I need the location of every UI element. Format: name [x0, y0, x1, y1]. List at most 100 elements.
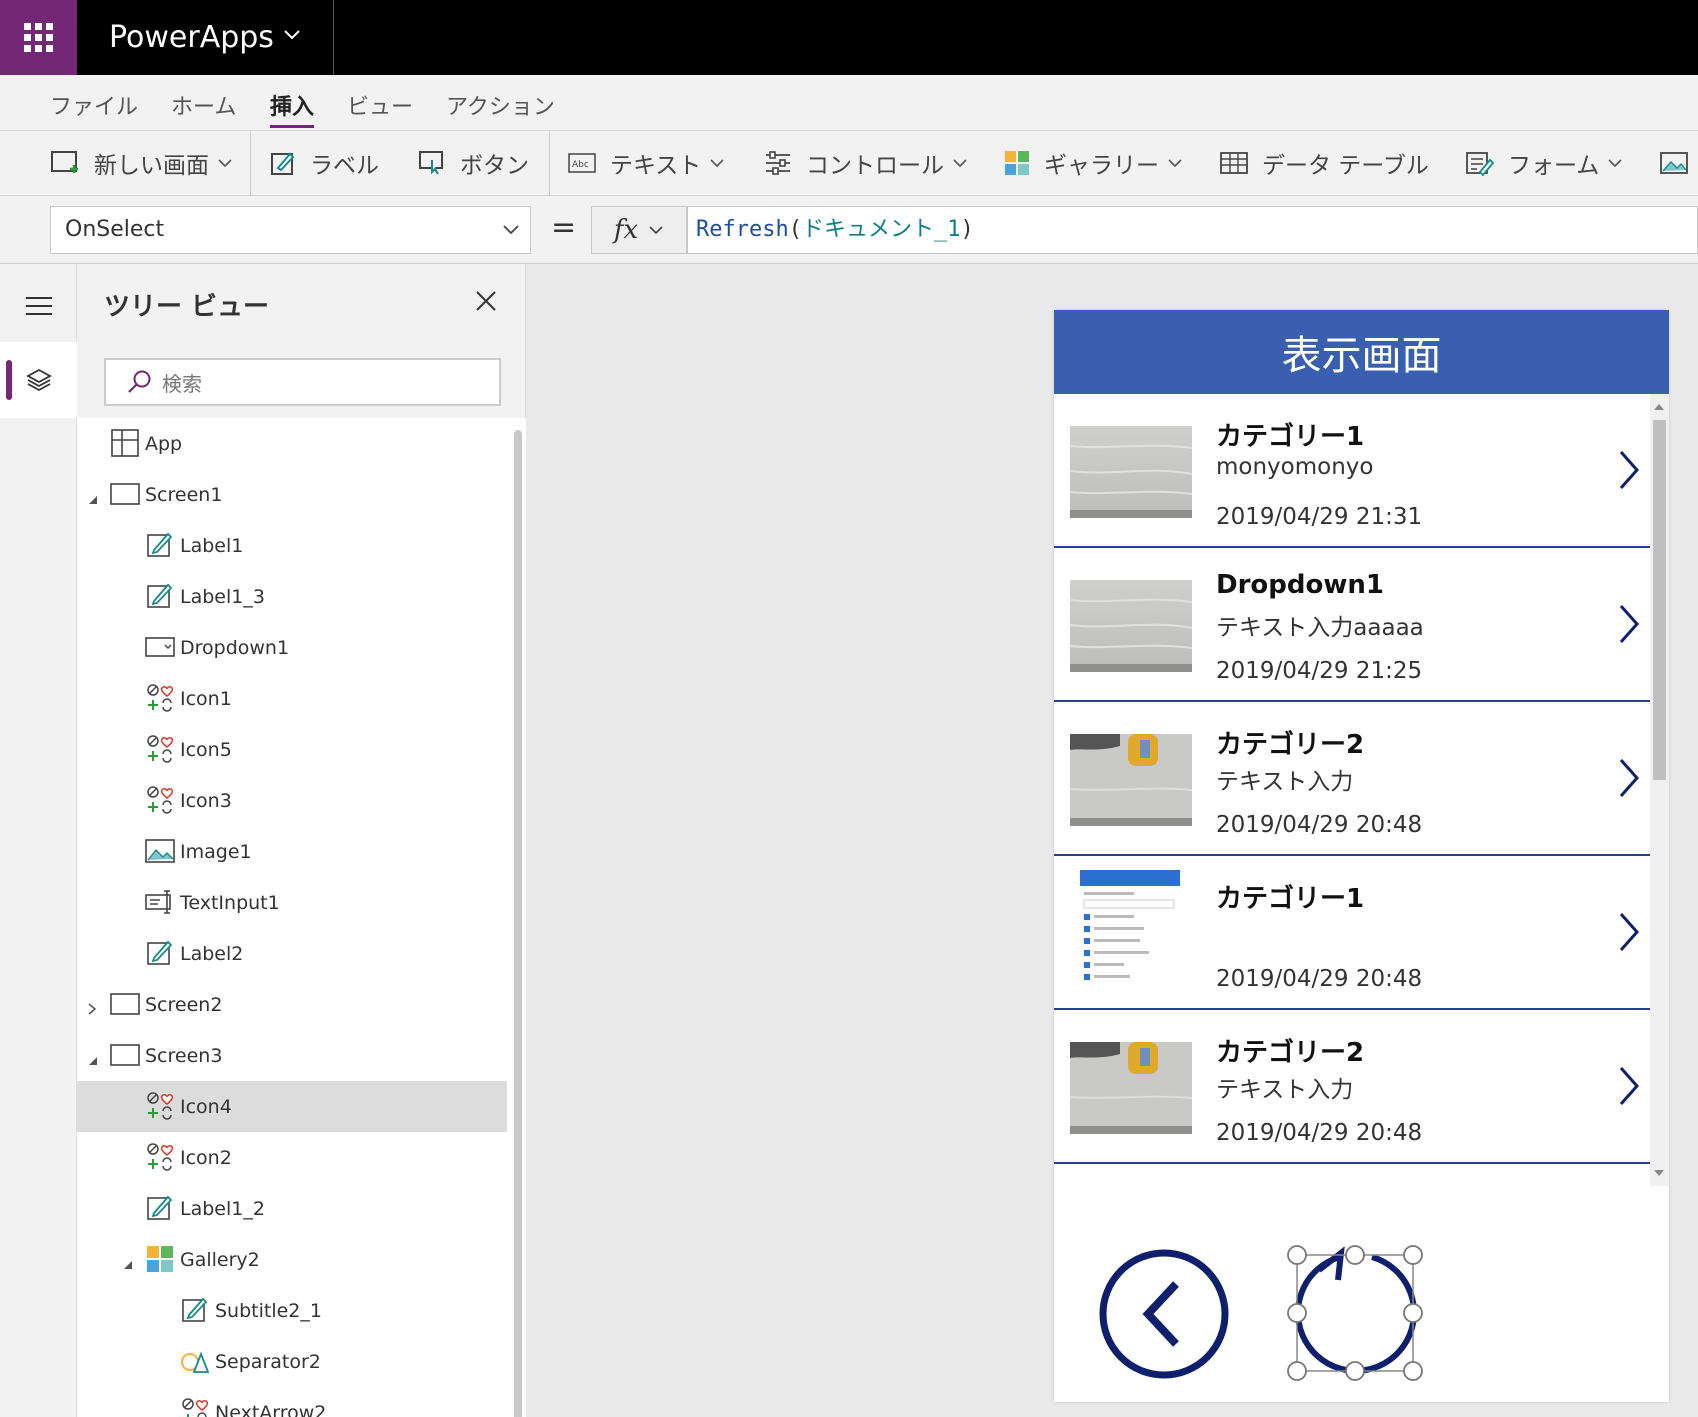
tree-item-label: Icon3 [180, 789, 232, 812]
chevron-down-icon [649, 226, 663, 235]
formula-close-paren: ) [960, 217, 974, 242]
next-arrow-icon[interactable] [1618, 758, 1640, 802]
tree-item-icon1[interactable]: Icon1 [77, 673, 507, 724]
menu-file[interactable]: ファイル [50, 89, 138, 125]
tree-item-label: Dropdown1 [180, 636, 290, 659]
insert-label-text: ラベル [310, 153, 379, 179]
gallery-icon [1005, 151, 1029, 175]
tree-item-screen1[interactable]: Screen1 [77, 469, 507, 520]
tree-search-input[interactable]: 検索 [104, 358, 501, 406]
gallery[interactable]: カテゴリー2 テキスト入力 2019/04/29 20:48 カテゴリー1 2019/0… [1054, 394, 1669, 1186]
screen-icon [110, 1040, 140, 1070]
text-icon: Abc [568, 153, 596, 173]
formula-bar: OnSelect = fx Refresh(ドキュメント_1) [0, 196, 1698, 264]
property-value: OnSelect [65, 217, 165, 242]
gallery-item[interactable]: カテゴリー1 monyomonyo 2019/04/29 21:31 [1054, 394, 1650, 548]
chevron-down-icon[interactable] [282, 28, 302, 42]
app-launcher-button[interactable] [0, 0, 77, 75]
menu-insert[interactable]: 挿入 [270, 89, 315, 128]
gallery-item[interactable]: カテゴリー2 テキスト入力 2019/04/29 20:48 [1054, 702, 1650, 856]
function-picker-button[interactable]: fx [591, 206, 687, 254]
tree-item-icon4[interactable]: Icon4 [77, 1081, 507, 1132]
menu-action[interactable]: アクション [446, 89, 555, 125]
insert-data-table-button[interactable]: データ テーブル [1220, 131, 1429, 195]
screen-header: 表示画面 [1054, 310, 1669, 394]
expand-caret-icon[interactable] [121, 1253, 133, 1269]
tree-item-label1_3[interactable]: Label1_3 [77, 571, 507, 622]
tree-item-label: Screen1 [145, 483, 223, 506]
gallery-thumbnail [1069, 426, 1193, 518]
tree-item-icon5[interactable]: Icon5 [77, 724, 507, 775]
insert-form-button[interactable]: フォーム [1466, 131, 1623, 195]
tree-item-app[interactable]: App [77, 418, 507, 469]
tree-view-tab[interactable] [0, 342, 77, 418]
insert-media-button[interactable] [1660, 131, 1698, 195]
form-icon [1466, 152, 1494, 176]
formula-argument: ドキュメント_1 [801, 217, 961, 242]
tree-item-label2[interactable]: Label2 [77, 928, 507, 979]
tree-item-screen2[interactable]: Screen2 [77, 979, 507, 1030]
new-screen-button[interactable]: 新しい画面 [50, 131, 233, 195]
insert-gallery-button[interactable]: ギャラリー [1004, 131, 1183, 195]
new-screen-label: 新しい画面 [94, 153, 209, 179]
chevron-down-icon [1168, 159, 1182, 168]
tree-item-nextarrow2[interactable]: NextArrow2 [77, 1387, 507, 1417]
chevron-down-icon [710, 159, 724, 168]
tree-item-subtitle2_1[interactable]: Subtitle2_1 [77, 1285, 507, 1336]
tree-item-icon3[interactable]: Icon3 [77, 775, 507, 826]
next-arrow-icon[interactable] [1618, 604, 1640, 648]
expand-caret-icon[interactable] [86, 488, 98, 504]
back-arrow-icon[interactable] [1098, 1248, 1230, 1380]
gallery-item-date: 2019/04/29 20:48 [1216, 812, 1423, 838]
insert-button-button[interactable]: ボタン [418, 131, 529, 195]
next-arrow-icon[interactable] [1618, 450, 1640, 494]
tree-item-label: Icon4 [180, 1095, 232, 1118]
formula-input[interactable]: Refresh(ドキュメント_1) [687, 206, 1698, 254]
ribbon: 新しい画面 ラベル ボタン Abc テキスト コントロール ギャラリー データ … [0, 130, 1698, 196]
tree-scrollbar[interactable] [514, 430, 522, 1417]
insert-text-button[interactable]: Abc テキスト [568, 131, 725, 195]
tree-item-dropdown1[interactable]: Dropdown1 [77, 622, 507, 673]
tree-item-screen3[interactable]: Screen3 [77, 1030, 507, 1081]
insert-label-button[interactable]: ラベル [270, 131, 379, 195]
tree-item-image1[interactable]: Image1 [77, 826, 507, 877]
expand-caret-icon[interactable] [86, 1049, 98, 1065]
scroll-down-icon[interactable] [1654, 1170, 1664, 1176]
search-icon [128, 370, 151, 393]
gallery-item[interactable]: カテゴリー1 2019/04/29 20:48 [1054, 856, 1650, 1010]
gallery-item[interactable]: Dropdown1 テキスト入力aaaaa 2019/04/29 21:25 [1054, 548, 1650, 702]
gallery-item[interactable]: カテゴリー2 テキスト入力 2019/04/29 20:48 [1054, 1010, 1650, 1164]
close-icon[interactable] [475, 290, 497, 312]
tree-item-textinput1[interactable]: TextInput1 [77, 877, 507, 928]
gallery-item-title: カテゴリー1 [1216, 422, 1365, 452]
tree-item-label: Icon1 [180, 687, 232, 710]
label-icon [180, 1295, 210, 1325]
menu-home[interactable]: ホーム [171, 89, 236, 125]
insert-controls-button[interactable]: コントロール [764, 131, 968, 195]
app-screen-preview[interactable]: 表示画面 カテゴリー2 テキスト入力 2019/04/29 20:48 カテゴリー1 2… [1054, 310, 1669, 1402]
tree-item-separator2[interactable]: Separator2 [77, 1336, 507, 1387]
refresh-icon[interactable] [1284, 1242, 1426, 1384]
tree-item-label1_2[interactable]: Label1_2 [77, 1183, 507, 1234]
gallery-scrollbar[interactable] [1650, 394, 1669, 1186]
collapse-caret-icon[interactable] [86, 998, 98, 1015]
image-icon [145, 836, 175, 866]
hamburger-menu-icon[interactable] [25, 296, 53, 316]
scroll-thumb[interactable] [1653, 420, 1666, 780]
tree-item-gallery2[interactable]: Gallery2 [77, 1234, 507, 1285]
scroll-up-icon[interactable] [1654, 404, 1664, 410]
tree-item-icon2[interactable]: Icon2 [77, 1132, 507, 1183]
property-dropdown[interactable]: OnSelect [50, 206, 531, 254]
divider [333, 0, 334, 75]
next-arrow-icon[interactable] [1618, 1066, 1640, 1110]
menu-view[interactable]: ビュー [347, 89, 413, 125]
app-title[interactable]: PowerApps [109, 0, 274, 75]
next-arrow-icon[interactable] [1618, 912, 1640, 956]
icon-control-icon [145, 683, 175, 713]
tree-item-label: TextInput1 [180, 891, 280, 914]
new-screen-icon [51, 151, 78, 173]
tree-view-panel: ツリー ビュー 検索 App Screen1 Label1 Label1_3 Dropd… [77, 264, 526, 1417]
tree-item-label1[interactable]: Label1 [77, 520, 507, 571]
insert-gallery-label: ギャラリー [1044, 153, 1159, 179]
icon-control-icon [145, 1142, 175, 1172]
